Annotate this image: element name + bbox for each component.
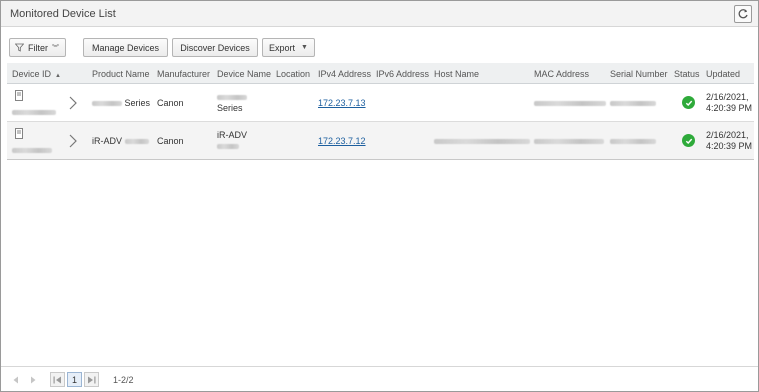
- double-chevron-down-icon: ︾: [52, 44, 59, 52]
- updated-value: 2/16/2021, 4:20:39 PM: [706, 130, 753, 151]
- column-header-host-name[interactable]: Host Name: [434, 69, 479, 79]
- column-header-location[interactable]: Location: [276, 69, 310, 79]
- column-header-device-name[interactable]: Device Name: [217, 69, 271, 79]
- column-header-manufacturer[interactable]: Manufacturer: [157, 69, 210, 79]
- sort-ascending-icon: ▲: [55, 73, 61, 79]
- toolbar: Filter ︾ Manage Devices Discover Devices…: [1, 27, 758, 63]
- column-header-updated[interactable]: Updated: [706, 69, 740, 79]
- table-row[interactable]: Series Canon Series 172.23.7.13 2/16/202…: [7, 84, 754, 122]
- product-name-value: iR-ADV: [92, 136, 149, 147]
- printer-device-icon: [15, 90, 23, 101]
- chevron-right-icon[interactable]: [68, 96, 78, 110]
- column-header-product-name[interactable]: Product Name: [92, 69, 150, 79]
- filter-button[interactable]: Filter ︾: [9, 38, 66, 57]
- manufacturer-value: Canon: [157, 136, 184, 146]
- panel-header: Monitored Device List: [1, 1, 758, 27]
- manage-devices-button[interactable]: Manage Devices: [83, 38, 168, 57]
- ipv4-address-link[interactable]: 172.23.7.13: [318, 98, 366, 109]
- refresh-button[interactable]: [734, 5, 752, 23]
- product-name-value: Series: [92, 98, 150, 109]
- current-page-number[interactable]: 1: [67, 372, 82, 387]
- table-row[interactable]: iR-ADV Canon iR-ADV 172.23.7.12 2/16/202…: [7, 122, 754, 160]
- filter-label: Filter: [28, 42, 48, 53]
- serial-number-value: [610, 98, 656, 109]
- pagination-range: 1-2/2: [113, 375, 134, 385]
- printer-device-icon: [15, 128, 23, 139]
- column-header-status[interactable]: Status: [674, 69, 700, 79]
- device-id-value: [12, 107, 56, 118]
- device-id-value: [12, 145, 52, 156]
- scroll-left-icon[interactable]: [8, 372, 23, 387]
- status-ok-icon: [682, 134, 695, 147]
- export-label: Export: [269, 42, 296, 53]
- table-header: Device ID ▲ Product Name Manufacturer Dev…: [7, 63, 754, 84]
- refresh-icon: [738, 9, 748, 19]
- filter-icon: [15, 43, 24, 52]
- column-header-ipv4-address[interactable]: IPv4 Address: [318, 69, 371, 79]
- status-ok-icon: [682, 96, 695, 109]
- export-button[interactable]: Export ▼: [262, 38, 315, 57]
- column-header-ipv6-address[interactable]: IPv6 Address: [376, 69, 429, 79]
- monitored-device-list-panel: Monitored Device List Filter ︾ Manage De…: [0, 0, 759, 392]
- device-name-value: Series: [217, 92, 247, 114]
- chevron-right-icon[interactable]: [68, 134, 78, 148]
- column-header-device-id[interactable]: Device ID ▲: [12, 69, 61, 79]
- last-page-button[interactable]: [84, 372, 99, 387]
- ipv4-address-link[interactable]: 172.23.7.12: [318, 136, 366, 147]
- serial-number-value: [610, 136, 656, 147]
- manufacturer-value: Canon: [157, 98, 184, 108]
- mac-address-value: [534, 136, 604, 147]
- device-name-value: iR-ADV: [217, 130, 247, 152]
- updated-value: 2/16/2021, 4:20:39 PM: [706, 92, 753, 113]
- scroll-right-icon[interactable]: [25, 372, 40, 387]
- discover-devices-button[interactable]: Discover Devices: [172, 38, 258, 57]
- host-name-value: [434, 136, 530, 147]
- column-header-serial-number[interactable]: Serial Number: [610, 69, 668, 79]
- first-page-button[interactable]: [50, 372, 65, 387]
- caret-down-icon: ▼: [301, 44, 308, 51]
- pagination-bar: 1 1-2/2: [1, 366, 758, 391]
- column-header-mac-address[interactable]: MAC Address: [534, 69, 589, 79]
- page-title: Monitored Device List: [10, 8, 116, 20]
- mac-address-value: [534, 98, 606, 109]
